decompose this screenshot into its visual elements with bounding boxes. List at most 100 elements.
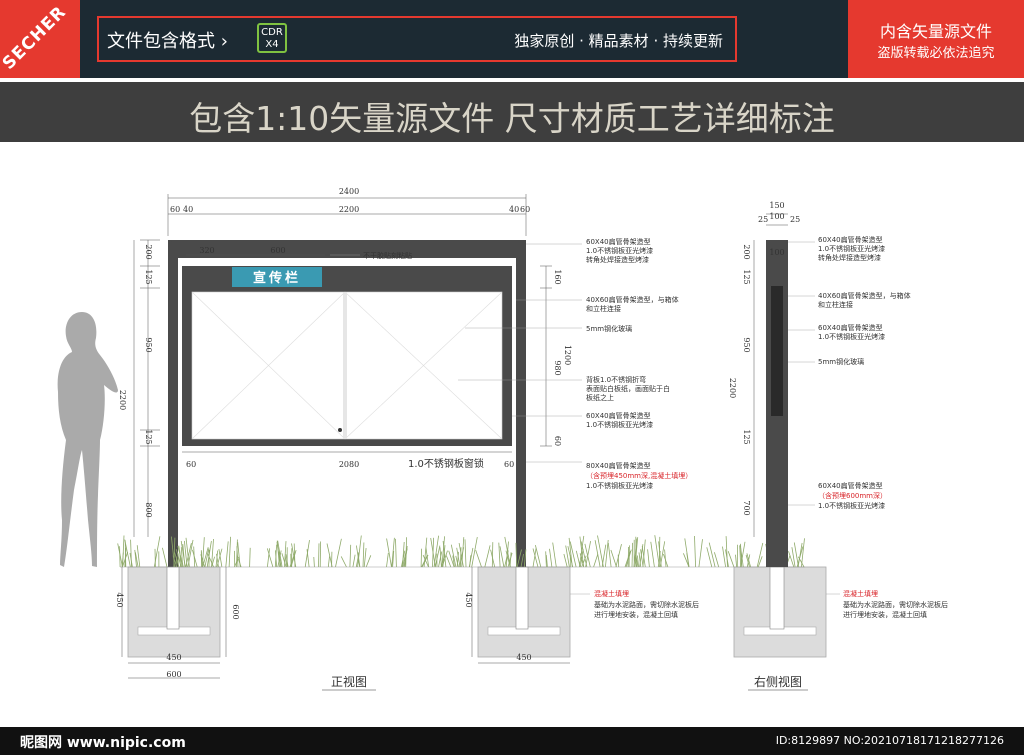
grass-blade	[491, 542, 494, 568]
grass-blade	[659, 541, 666, 568]
board-header	[182, 266, 512, 288]
grass-blade	[362, 542, 365, 568]
grass-blade	[306, 549, 310, 568]
side-note-2-a: 40X60扁管骨架造型，与箱体	[818, 291, 911, 300]
copyright-box: 内含矢量源文件 盗版转载必依法追究	[848, 0, 1024, 78]
top-banner: SECHER 文件包含格式 › CDR X4 独家原创 · 精品素材 · 持续更…	[0, 0, 1024, 78]
side-dim-h950: 950	[742, 337, 751, 352]
side-dim-h125: 125	[742, 269, 751, 284]
side-caption: 右侧视图	[754, 674, 802, 689]
dim-r980: 980	[553, 360, 562, 375]
note-pin: 不干胶贴刻粘贴	[363, 251, 412, 260]
grass-blade	[445, 555, 452, 568]
dim-b60-left: 60	[186, 460, 196, 469]
headline: 包含1:10矢量源文件 尺寸材质工艺详细标注	[189, 99, 835, 138]
secher-logo: SECHER	[0, 0, 80, 78]
grass-blade	[313, 556, 315, 568]
grass-blade	[610, 549, 617, 568]
grass-blade	[756, 542, 764, 568]
dim-60-right: 60	[520, 205, 530, 214]
grass-blade	[694, 535, 696, 568]
lock-label: 1.0不锈钢板窗锁	[408, 457, 484, 470]
dim-40-left: 40	[183, 205, 193, 214]
dim-40-right: 40	[509, 205, 519, 214]
side-note-2-b: 和立柱连接	[818, 300, 853, 309]
grass-blade	[698, 539, 703, 568]
note-4-c: 板纸之上	[586, 393, 614, 402]
side-note-1-c: 转角处焊接造型烤漆	[818, 253, 881, 262]
grass-blade	[593, 553, 599, 568]
drawing-canvas: 宣传栏 2400 60 40 2200 40 60 320 600 200 12…	[57, 187, 948, 691]
side-dim-100: 100	[769, 212, 784, 221]
front-footing-2: 进行埋地安装，混凝土回填	[594, 610, 678, 619]
front-caption: 正视图	[331, 674, 367, 689]
format-label: 文件包含格式 ›	[107, 31, 228, 52]
person-silhouette	[57, 312, 118, 567]
grass-blade	[708, 542, 716, 568]
grass-blade	[318, 543, 320, 568]
side-dim-h700: 700	[742, 500, 751, 515]
grass-blade	[124, 547, 127, 568]
dim-320: 320	[199, 246, 214, 255]
grass-blade	[349, 544, 352, 568]
dim-r60: 60	[553, 436, 562, 446]
dim-60-left: 60	[170, 205, 180, 214]
side-notes: 60X40扁管骨架造型 1.0不锈钢板亚光烤漆 转角处焊接造型烤漆 40X60扁…	[818, 235, 948, 619]
note-6-c: 1.0不锈钢板亚光烤漆	[586, 481, 653, 490]
note-1-b: 1.0不锈钢板亚光烤漆	[586, 246, 653, 255]
right-post	[516, 240, 526, 567]
dim-total-width: 2400	[339, 187, 359, 196]
grass-blade	[499, 546, 505, 568]
grass-blade	[228, 536, 231, 568]
grass-blade	[627, 546, 629, 568]
grass-blade	[225, 541, 229, 568]
side-note-1-a: 60X40扁管骨架造型	[818, 235, 883, 244]
grass-blade	[650, 541, 655, 568]
front-footing-red: 混凝土填埋	[594, 589, 629, 598]
dim-b60-right: 60	[504, 460, 514, 469]
dim-h2200: 2200	[118, 390, 127, 410]
front-view: 宣传栏	[168, 240, 526, 567]
left-post	[168, 240, 178, 567]
dim-footing-depth-600: 600	[231, 604, 240, 619]
note-4-a: 背板1.0不锈钢折弯	[586, 375, 646, 384]
grass-blade	[725, 536, 728, 568]
note-6-a: 80X40扁管骨架造型	[586, 461, 651, 470]
note-5-a: 60X40扁管骨架造型	[586, 411, 651, 420]
glass-divider	[343, 292, 347, 439]
format-box: 文件包含格式 › CDR X4 独家原创 · 精品素材 · 持续更新	[97, 16, 737, 62]
side-footing-red: 混凝土填埋	[843, 589, 878, 598]
dim-h125: 125	[144, 269, 153, 284]
grass-blade	[722, 546, 726, 568]
nipic-id: ID:8129897 NO:20210718171218277126	[775, 734, 1004, 747]
side-note-1-b: 1.0不锈钢板亚光烤漆	[818, 244, 885, 253]
grass-blade	[162, 547, 168, 568]
grass-blade	[249, 547, 251, 568]
grass-blade	[327, 556, 330, 568]
note-2-b: 和立柱连接	[586, 304, 621, 313]
top-arch	[168, 240, 526, 258]
watermark-bar: 昵图网 www.nipic.com ID:8129897 NO:20210718…	[0, 727, 1024, 755]
grass-blade	[585, 541, 591, 568]
dim-r1200: 1200	[563, 345, 572, 365]
copyright-line1: 内含矢量源文件	[879, 22, 992, 41]
note-6-b: （含预埋450mm深,混凝土填埋）	[586, 471, 692, 480]
grass-blade	[552, 542, 557, 568]
grass-blade	[563, 553, 568, 568]
note-1-c: 转角处焊接造型烤漆	[586, 255, 649, 264]
dim-h125b: 125	[144, 429, 153, 444]
grass	[117, 535, 805, 568]
dim-600: 600	[270, 246, 285, 255]
side-dim-25-left: 25	[758, 215, 768, 224]
dim-mid-footing-width: 450	[516, 653, 531, 662]
grass-blade	[475, 549, 482, 568]
dim-h950: 950	[144, 337, 153, 352]
grass-blade	[714, 552, 720, 568]
grass-blade	[617, 554, 620, 568]
side-dim-h2200: 2200	[728, 378, 737, 398]
grass-blade	[597, 535, 604, 568]
grass-blade	[335, 538, 342, 568]
side-dim-25-right: 25	[790, 215, 800, 224]
dim-inner-width: 2200	[339, 205, 359, 214]
tagline: 独家原创 · 精品素材 · 持续更新	[514, 32, 723, 50]
